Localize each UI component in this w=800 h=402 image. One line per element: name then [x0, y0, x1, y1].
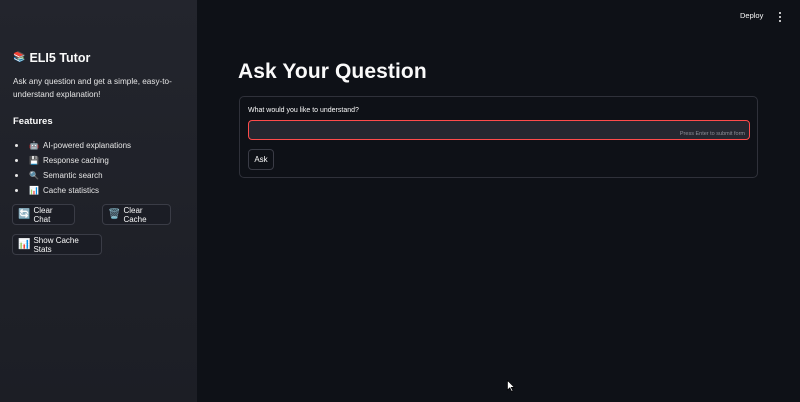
bullet-dot	[15, 174, 18, 177]
question-form: What would you like to understand? Press…	[239, 96, 758, 178]
floppy-disk-icon: 💾	[29, 156, 39, 165]
list-item: 💾 Response caching	[13, 153, 131, 168]
clear-chat-button[interactable]: 🔄 Clear Chat	[12, 204, 75, 225]
list-item: 🤖 AI-powered explanations	[13, 138, 131, 153]
feature-label: Cache statistics	[43, 186, 100, 195]
deploy-button[interactable]: Deploy	[740, 11, 763, 20]
features-heading: Features	[13, 116, 53, 127]
bar-chart-icon: 📊	[29, 186, 39, 195]
sidebar-description: Ask any question and get a simple, easy-…	[13, 77, 172, 99]
clear-chat-label: Clear Chat	[33, 205, 53, 224]
list-item: 🔍 Semantic search	[13, 168, 131, 183]
features-list: 🤖 AI-powered explanations 💾 Response cac…	[13, 138, 131, 198]
trash-icon: 🗑️	[108, 208, 121, 220]
bar-chart-icon: 📊	[18, 238, 31, 250]
question-label: What would you like to understand?	[248, 107, 359, 114]
ask-button[interactable]: Ask	[248, 149, 274, 170]
bullet-dot	[15, 144, 18, 147]
kebab-dot	[779, 20, 781, 22]
show-cache-stats-button[interactable]: 📊 Show Cache Stats	[12, 234, 102, 255]
list-item: 📊 Cache statistics	[13, 183, 131, 198]
page-title: Ask Your Question	[238, 60, 427, 83]
sidebar: 📚 ELI5 Tutor Ask any question and get a …	[0, 0, 197, 402]
show-cache-stats-label: Show Cache Stats	[33, 235, 79, 254]
bullet-dot	[15, 159, 18, 162]
refresh-icon: 🔄	[18, 208, 31, 220]
feature-label: Response caching	[43, 156, 109, 165]
feature-label: Semantic search	[43, 171, 103, 180]
mouse-cursor-icon	[507, 380, 515, 392]
magnifier-icon: 🔍	[29, 171, 39, 180]
clear-cache-button[interactable]: 🗑️ Clear Cache	[102, 204, 171, 225]
robot-icon: 🤖	[29, 141, 39, 150]
question-input-wrapper[interactable]: Press Enter to submit form	[248, 120, 750, 141]
submit-hint: Press Enter to submit form	[679, 131, 745, 137]
app-root: 📚 ELI5 Tutor Ask any question and get a …	[0, 0, 800, 402]
kebab-dot	[779, 12, 781, 14]
feature-label: AI-powered explanations	[43, 141, 132, 150]
sidebar-title-text: ELI5 Tutor	[29, 51, 91, 65]
bullet-dot	[15, 189, 18, 192]
kebab-menu-icon[interactable]	[778, 12, 782, 22]
clear-cache-label: Clear Cache	[123, 205, 147, 224]
sidebar-title: 📚 ELI5 Tutor	[13, 51, 90, 65]
books-icon: 📚	[13, 52, 26, 63]
kebab-dot	[779, 16, 781, 18]
question-input[interactable]	[249, 122, 749, 141]
